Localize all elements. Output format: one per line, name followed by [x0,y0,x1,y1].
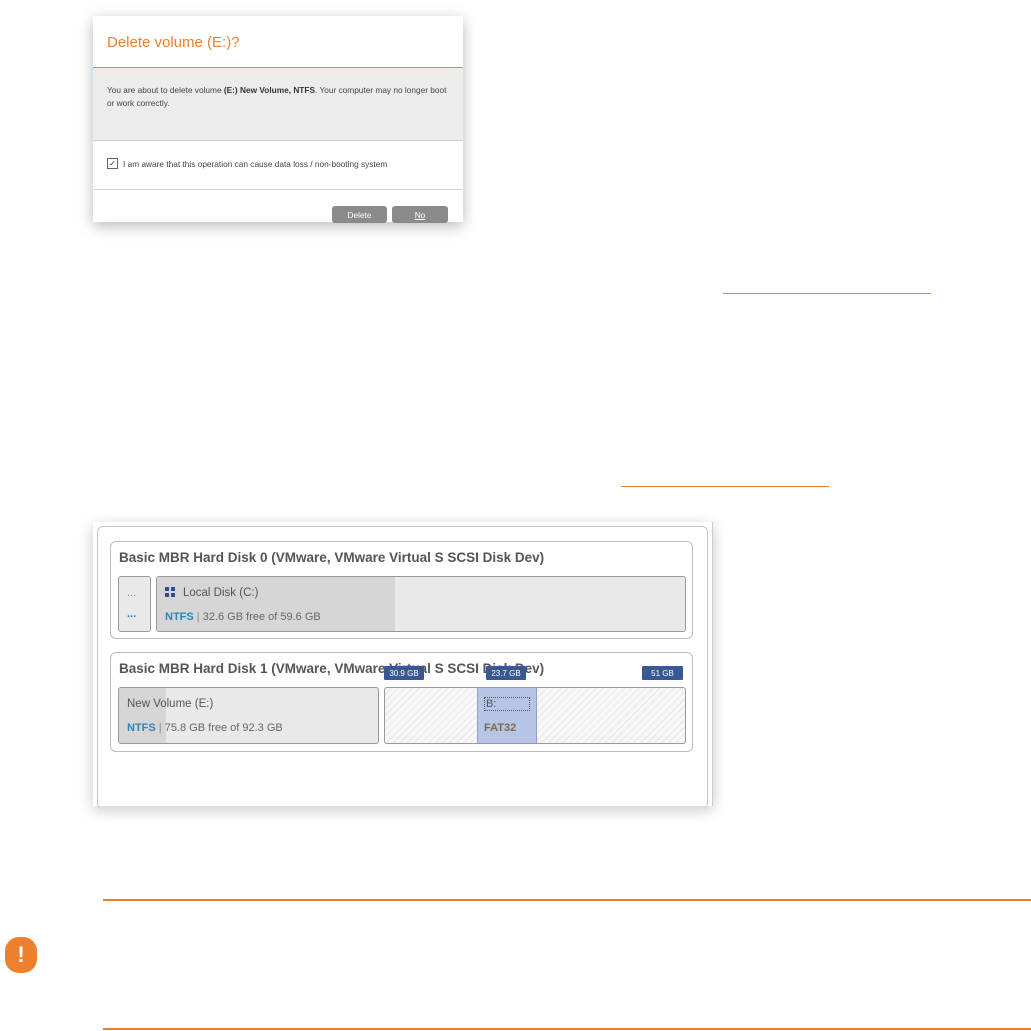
delete-volume-dialog: Delete volume (E:)? You are about to del… [93,16,463,223]
disk-0-group[interactable]: Basic MBR Hard Disk 0 (VMware, VMware Vi… [110,541,693,639]
fat32-partition[interactable]: B: FAT32 [477,688,537,743]
local-disk-c-partition[interactable]: Local Disk (C:) NTFS | 32.6 GB free of 5… [156,576,686,632]
awareness-checkbox-label[interactable]: I am aware that this operation can cause… [123,159,387,169]
separator: | [158,722,162,734]
exclamation-icon: ! [5,937,37,973]
dialog-title: Delete volume (E:)? [107,34,240,51]
dialog-footer-divider [93,189,463,190]
partition-info: NTFS | 75.8 GB free of 92.3 GB [127,722,283,734]
message-text: You are about to delete volume [107,85,224,95]
filesystem-label: NTFS [127,722,156,734]
size-tag-left: 30.9 GB [384,666,424,680]
message-volume: (E:) New Volume, NTFS [223,85,315,95]
no-button[interactable]: No [392,206,448,223]
disk-0-title: Basic MBR Hard Disk 0 (VMware, VMware Vi… [119,550,545,565]
partition-label: ... [127,587,137,599]
size-tag-right: 51 GB [642,666,683,680]
disk-1-title: Basic MBR Hard Disk 1 (VMware, VMware Vi… [119,661,545,676]
partition-name: New Volume (E:) [127,698,214,710]
partition-name: Local Disk (C:) [165,587,258,599]
partition-letter: B: [484,697,530,711]
free-space-text: 75.8 GB free of 92.3 GB [164,722,283,734]
disk-map-panel: Basic MBR Hard Disk 0 (VMware, VMware Vi… [93,522,713,809]
link-underline [621,486,829,487]
windows-logo-icon [165,587,175,597]
awareness-checkbox[interactable]: ✓ [107,158,118,169]
note-top-rule [103,899,1031,901]
partition-info: NTFS | 32.6 GB free of 59.6 GB [165,611,321,623]
free-space-text: 32.6 GB free of 59.6 GB [202,611,321,623]
size-tag-mid: 23.7 GB [486,666,526,680]
dialog-message: You are about to delete volume (E:) New … [107,84,452,110]
unallocated-space[interactable]: B: FAT32 [384,687,686,744]
separator: | [196,611,200,623]
disk-0-system-partition[interactable]: ... ... [118,576,151,632]
partition-name-text: Local Disk (C:) [183,587,259,599]
partition-fs: FAT32 [484,722,517,734]
filesystem-label: NTFS [165,611,194,623]
awareness-checkbox-row[interactable]: ✓ I am aware that this operation can cau… [107,158,387,169]
delete-button[interactable]: Delete [332,206,387,223]
dialog-message-area: You are about to delete volume (E:) New … [93,68,463,141]
link-underline [723,293,931,294]
new-volume-e-partition[interactable]: New Volume (E:) NTFS | 75.8 GB free of 9… [118,687,379,744]
disk-1-group[interactable]: Basic MBR Hard Disk 1 (VMware, VMware Vi… [110,652,693,752]
note-bottom-rule [103,1028,1031,1030]
partition-fs: ... [127,608,137,620]
